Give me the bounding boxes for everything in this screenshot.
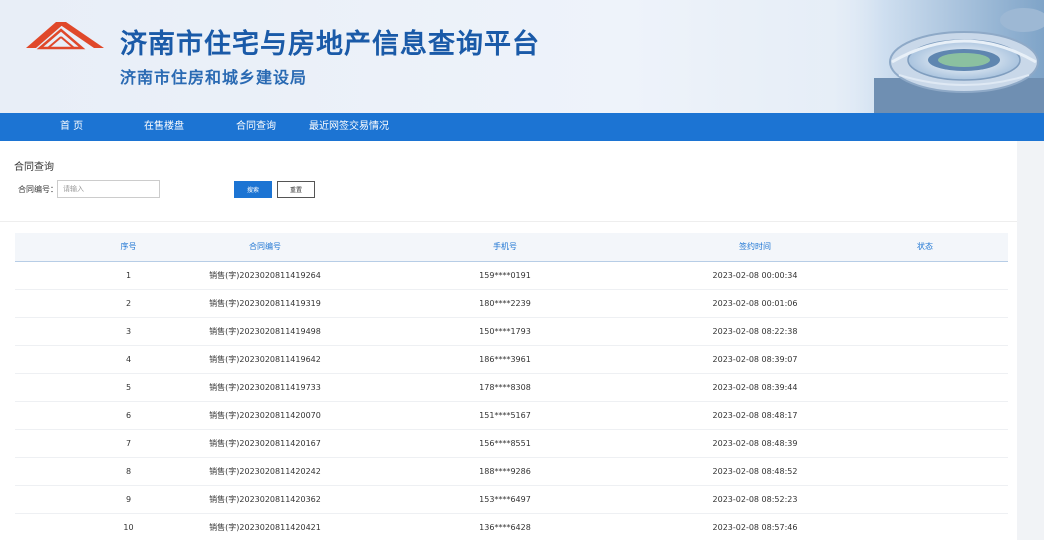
cell-contract: 销售(字)2023020811420167 bbox=[209, 439, 321, 448]
cell-contract: 销售(字)2023020811420421 bbox=[209, 523, 321, 532]
cell-phone: 188****9286 bbox=[479, 467, 531, 476]
cell-no: 9 bbox=[125, 495, 132, 504]
header-no: 序号 bbox=[120, 242, 137, 251]
cell-time: 2023-02-08 00:01:06 bbox=[712, 299, 798, 308]
table-row[interactable]: 5 销售(字)2023020811419733 178****8308 2023… bbox=[15, 374, 1008, 402]
cell-contract: 销售(字)2023020811419498 bbox=[209, 327, 321, 336]
cell-phone: 156****8551 bbox=[479, 439, 531, 448]
cell-status bbox=[885, 430, 965, 457]
cell-contract: 销售(字)2023020811419642 bbox=[209, 355, 321, 364]
nav-item-contract-query[interactable]: 合同查询 bbox=[236, 113, 276, 141]
cell-status bbox=[885, 458, 965, 485]
section-title: 合同查询 bbox=[14, 162, 54, 173]
cell-time: 2023-02-08 08:57:46 bbox=[712, 523, 798, 532]
cell-phone: 151****5167 bbox=[479, 411, 531, 420]
table-row[interactable]: 6 销售(字)2023020811420070 151****5167 2023… bbox=[15, 402, 1008, 430]
cell-phone: 178****8308 bbox=[479, 383, 531, 392]
header-phone: 手机号 bbox=[493, 242, 517, 251]
cell-phone: 180****2239 bbox=[479, 299, 531, 308]
cell-contract: 销售(字)2023020811419264 bbox=[209, 271, 321, 280]
cell-no: 4 bbox=[125, 355, 132, 364]
cell-no: 6 bbox=[125, 411, 132, 420]
table-row[interactable]: 3 销售(字)2023020811419498 150****1793 2023… bbox=[15, 318, 1008, 346]
cell-no: 10 bbox=[123, 523, 134, 532]
cell-contract: 销售(字)2023020811420362 bbox=[209, 495, 321, 504]
contract-number-label: 合同编号： bbox=[18, 185, 58, 194]
table-row[interactable]: 4 销售(字)2023020811419642 186****3961 2023… bbox=[15, 346, 1008, 374]
cell-phone: 150****1793 bbox=[479, 327, 531, 336]
site-header: 济南市住宅与房地产信息查询平台 济南市住房和城乡建设局 bbox=[0, 0, 1044, 113]
cell-no: 7 bbox=[125, 439, 132, 448]
cell-time: 2023-02-08 08:22:38 bbox=[712, 327, 798, 336]
cell-time: 2023-02-08 08:48:17 bbox=[712, 411, 798, 420]
search-button[interactable]: 搜索 bbox=[234, 181, 272, 198]
cell-status bbox=[885, 402, 965, 429]
cell-no: 1 bbox=[125, 271, 132, 280]
site-subtitle: 济南市住房和城乡建设局 bbox=[120, 68, 308, 87]
cell-phone: 153****6497 bbox=[479, 495, 531, 504]
contract-number-input[interactable] bbox=[57, 180, 160, 198]
house-roof-logo-icon bbox=[26, 22, 104, 50]
table-row[interactable]: 8 销售(字)2023020811420242 188****9286 2023… bbox=[15, 458, 1008, 486]
table-row[interactable]: 9 销售(字)2023020811420362 153****6497 2023… bbox=[15, 486, 1008, 514]
nav-item-recent-transactions[interactable]: 最近网签交易情况 bbox=[309, 113, 389, 141]
cell-contract: 销售(字)2023020811419733 bbox=[209, 383, 321, 392]
stadium-banner-image bbox=[814, 0, 1044, 113]
cell-status bbox=[885, 318, 965, 345]
contract-table: 序号 合同编号 手机号 签约时间 状态 1 销售(字)2023020811419… bbox=[15, 233, 1008, 540]
cell-time: 2023-02-08 08:52:23 bbox=[712, 495, 798, 504]
cell-time: 2023-02-08 08:39:44 bbox=[712, 383, 798, 392]
header-time: 签约时间 bbox=[739, 242, 771, 251]
site-title: 济南市住宅与房地产信息查询平台 bbox=[120, 29, 540, 60]
table-row[interactable]: 2 销售(字)2023020811419319 180****2239 2023… bbox=[15, 290, 1008, 318]
cell-phone: 159****0191 bbox=[479, 271, 531, 280]
nav-item-on-sale[interactable]: 在售楼盘 bbox=[144, 113, 184, 141]
cell-status bbox=[885, 346, 965, 373]
cell-no: 3 bbox=[125, 327, 132, 336]
reset-button[interactable]: 重置 bbox=[277, 181, 315, 198]
table-row[interactable]: 10 销售(字)2023020811420421 136****6428 202… bbox=[15, 514, 1008, 540]
cell-time: 2023-02-08 08:48:52 bbox=[712, 467, 798, 476]
nav-item-home[interactable]: 首 页 bbox=[60, 113, 83, 141]
cell-status bbox=[885, 514, 965, 540]
cell-status bbox=[885, 374, 965, 401]
cell-time: 2023-02-08 00:00:34 bbox=[712, 271, 798, 280]
cell-no: 2 bbox=[125, 299, 132, 308]
cell-phone: 136****6428 bbox=[479, 523, 531, 532]
main-nav: 首 页 在售楼盘 合同查询 最近网签交易情况 bbox=[0, 113, 1044, 141]
cell-no: 5 bbox=[125, 383, 132, 392]
header-contract: 合同编号 bbox=[249, 242, 281, 251]
table-row[interactable]: 7 销售(字)2023020811420167 156****8551 2023… bbox=[15, 430, 1008, 458]
table-row[interactable]: 1 销售(字)2023020811419264 159****0191 2023… bbox=[15, 262, 1008, 290]
table-body: 1 销售(字)2023020811419264 159****0191 2023… bbox=[15, 262, 1008, 540]
cell-status bbox=[885, 262, 965, 289]
cell-status bbox=[885, 486, 965, 513]
header-status: 状态 bbox=[917, 242, 933, 251]
cell-time: 2023-02-08 08:48:39 bbox=[712, 439, 798, 448]
cell-contract: 销售(字)2023020811419319 bbox=[209, 299, 321, 308]
cell-phone: 186****3961 bbox=[479, 355, 531, 364]
cell-status bbox=[885, 290, 965, 317]
table-header: 序号 合同编号 手机号 签约时间 状态 bbox=[15, 233, 1008, 262]
divider bbox=[0, 221, 1017, 222]
cell-time: 2023-02-08 08:39:07 bbox=[712, 355, 798, 364]
cell-contract: 销售(字)2023020811420070 bbox=[209, 411, 321, 420]
content-panel: 合同查询 合同编号： 搜索 重置 序号 合同编号 手机号 签约时间 状态 1 销… bbox=[0, 141, 1017, 540]
cell-no: 8 bbox=[125, 467, 132, 476]
cell-contract: 销售(字)2023020811420242 bbox=[209, 467, 321, 476]
